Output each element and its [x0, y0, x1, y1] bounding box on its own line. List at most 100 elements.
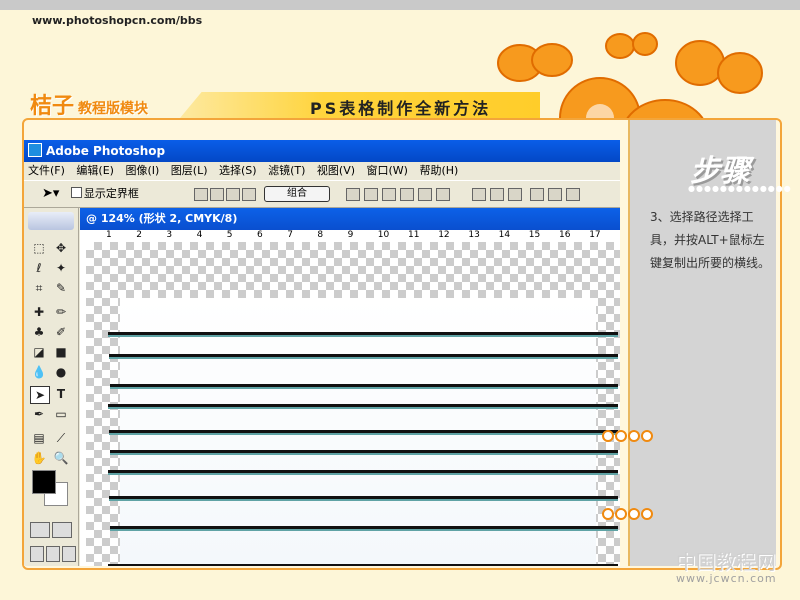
page-title: PS表格制作全新方法 — [310, 99, 492, 118]
distribute-top-icon[interactable] — [472, 188, 486, 201]
horizontal-line[interactable] — [108, 332, 618, 335]
horizontal-line[interactable] — [110, 384, 618, 387]
ring-icon — [602, 508, 614, 520]
ruler-tick-label: 6 — [257, 230, 263, 240]
window-title: Adobe Photoshop — [46, 144, 166, 158]
align-bottom-icon[interactable] — [382, 188, 396, 201]
bounding-box-checkbox[interactable]: 显示定界框 — [70, 187, 139, 200]
horizontal-line[interactable] — [108, 404, 618, 407]
align-left-icon[interactable] — [400, 188, 414, 201]
quickmask-mode-icon[interactable] — [52, 522, 72, 538]
shape-subtract-icon[interactable] — [210, 188, 224, 201]
photoshop-window: Adobe Photoshop 文件(F) 编辑(E) 图像(I) 图层(L) … — [24, 140, 620, 566]
menu-edit[interactable]: 编辑(E) — [76, 164, 114, 177]
ruler-tick-label: 15 — [528, 230, 541, 240]
document-titlebar[interactable]: @ 124% (形状 2, CMYK/8) — [80, 208, 620, 230]
distribute-left-icon[interactable] — [530, 188, 544, 201]
magic-wand-icon[interactable]: ✦ — [52, 260, 70, 276]
menu-select[interactable]: 选择(S) — [219, 164, 257, 177]
horizontal-line[interactable] — [108, 564, 618, 566]
brand-sub: 教程版模块 — [78, 101, 149, 117]
menu-layer[interactable]: 图层(L) — [171, 164, 208, 177]
move-tool-icon[interactable]: ✥ — [52, 240, 70, 256]
slice-tool-icon[interactable]: ✎ — [52, 280, 70, 296]
healing-brush-icon[interactable]: ✚ — [30, 304, 48, 320]
ring-icon — [615, 508, 627, 520]
align-hcenter-icon[interactable] — [418, 188, 432, 201]
ring-icon — [641, 430, 653, 442]
shape-intersect-icon[interactable] — [226, 188, 240, 201]
eraser-tool-icon[interactable]: ◪ — [30, 344, 48, 360]
ring-icon — [641, 508, 653, 520]
ruler-tick-label: 14 — [498, 230, 511, 240]
ruler-tick-label: 2 — [136, 230, 142, 240]
align-right-icon[interactable] — [436, 188, 450, 201]
ruler-tick-label: 1 — [106, 230, 112, 240]
ruler-tick-label: 12 — [438, 230, 450, 240]
menu-filter[interactable]: 滤镜(T) — [268, 164, 305, 177]
type-tool-icon[interactable]: T — [52, 386, 70, 402]
ring-icon — [628, 508, 640, 520]
distribute-bottom-icon[interactable] — [508, 188, 522, 201]
screen-mode-full-menu-icon[interactable] — [46, 546, 60, 562]
window-titlebar: Adobe Photoshop — [24, 140, 620, 162]
ruler-tick-label: 7 — [287, 230, 293, 240]
pen-tool-icon[interactable]: ✒ — [30, 406, 48, 422]
distribute-vcenter-icon[interactable] — [490, 188, 504, 201]
ruler-tick-label: 13 — [468, 230, 480, 240]
path-selection-arrow-icon[interactable]: ➤▾ — [42, 186, 59, 201]
distribute-hcenter-icon[interactable] — [548, 188, 562, 201]
screen-mode-full-icon[interactable] — [62, 546, 76, 562]
toolbox: ⬚ ✥ ℓ ✦ ⌗ ✎ ✚ ✏ ♣ ✐ ◪ ■ 💧 ● ➤ T ✒ ▭ ▤ ⟋ … — [24, 208, 79, 566]
path-selection-tool-icon[interactable]: ➤ — [30, 386, 50, 404]
ruler-tick-label: 9 — [347, 230, 354, 240]
horizontal-line[interactable] — [110, 450, 618, 453]
ruler-tick-label: 11 — [408, 230, 420, 240]
horizontal-line[interactable] — [109, 496, 618, 499]
align-vcenter-icon[interactable] — [364, 188, 378, 201]
feather-logo-icon[interactable] — [28, 212, 74, 230]
combine-button[interactable]: 组合 — [264, 186, 330, 202]
marquee-tool-icon[interactable]: ⬚ — [30, 240, 48, 256]
menu-window[interactable]: 窗口(W) — [367, 164, 408, 177]
watermark-cn: 中国教程网 — [676, 550, 776, 574]
ruler-tick-label: 10 — [377, 230, 390, 240]
distribute-right-icon[interactable] — [566, 188, 580, 201]
blur-tool-icon[interactable]: 💧 — [30, 364, 48, 380]
crop-tool-icon[interactable]: ⌗ — [30, 280, 48, 296]
menu-help[interactable]: 帮助(H) — [419, 164, 458, 177]
menu-file[interactable]: 文件(F) — [28, 164, 65, 177]
align-top-icon[interactable] — [346, 188, 360, 201]
gradient-tool-icon[interactable]: ■ — [52, 344, 70, 360]
clone-stamp-icon[interactable]: ♣ — [30, 324, 48, 340]
menu-view[interactable]: 视图(V) — [317, 164, 355, 177]
brush-tool-icon[interactable]: ✏ — [52, 304, 70, 320]
dodge-tool-icon[interactable]: ● — [52, 364, 70, 380]
site-url[interactable]: www.photoshopcn.com/bbs — [32, 14, 202, 27]
checkbox-icon — [70, 187, 82, 198]
shape-add-icon[interactable] — [194, 188, 208, 201]
brand-main: 桔子 — [30, 94, 75, 119]
horizontal-line[interactable] — [109, 354, 618, 357]
shape-exclude-icon[interactable] — [242, 188, 256, 201]
eyedropper-tool-icon[interactable]: ⟋ — [52, 430, 70, 446]
brand-logo: 桔子 教程版模块 — [30, 88, 148, 120]
ruler-tick-label: 5 — [226, 230, 233, 240]
hand-tool-icon[interactable]: ✋ — [30, 450, 48, 466]
step-instructions: 3、选择路径选择工具，并按ALT+鼠标左键复制出所要的横线。 — [650, 210, 771, 270]
horizontal-line[interactable] — [110, 526, 618, 529]
rectangle-tool-icon[interactable]: ▭ — [52, 406, 70, 422]
notes-tool-icon[interactable]: ▤ — [30, 430, 48, 446]
top-bar — [0, 0, 800, 10]
horizontal-line[interactable] — [108, 470, 618, 473]
foreground-color-swatch[interactable] — [32, 470, 56, 494]
zoom-tool-icon[interactable]: 🔍 — [52, 450, 70, 466]
ruler-tick-label: 4 — [196, 230, 203, 240]
ruler-tick-label: 3 — [166, 230, 173, 240]
screen-mode-standard-icon[interactable] — [30, 546, 44, 562]
menu-image[interactable]: 图像(I) — [125, 164, 159, 177]
standard-mode-icon[interactable] — [30, 522, 50, 538]
lasso-tool-icon[interactable]: ℓ — [30, 260, 48, 276]
horizontal-line[interactable] — [109, 430, 618, 433]
history-brush-icon[interactable]: ✐ — [52, 324, 70, 340]
